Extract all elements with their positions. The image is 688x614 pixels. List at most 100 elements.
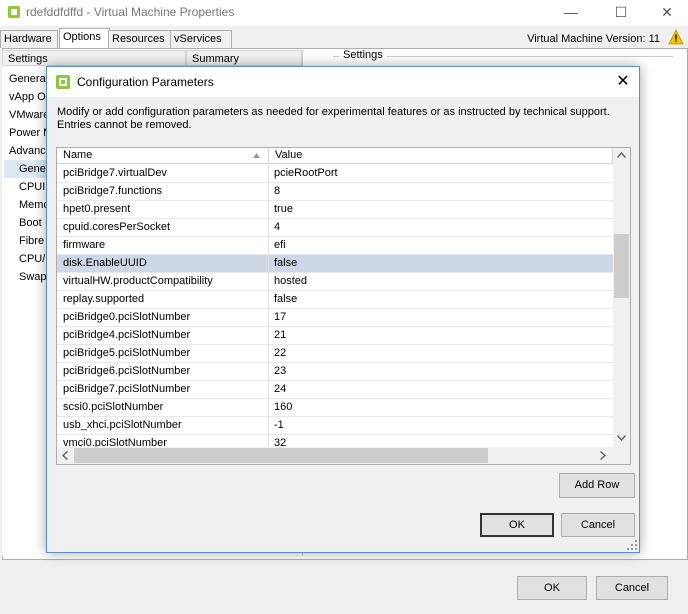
parameter-value[interactable]: true bbox=[274, 203, 604, 215]
table-row[interactable]: replay.supported false bbox=[57, 291, 613, 309]
parameter-value[interactable]: 22 bbox=[274, 347, 604, 359]
parameter-name: pciBridge6.pciSlotNumber bbox=[63, 365, 191, 377]
tab-options[interactable]: Options bbox=[59, 28, 110, 48]
scroll-down-icon[interactable] bbox=[617, 435, 626, 441]
parameter-name: firmware bbox=[63, 239, 106, 251]
tab-hardware[interactable]: Hardware bbox=[0, 30, 58, 48]
parameter-value[interactable]: 4 bbox=[274, 221, 604, 233]
parameter-name: virtualHW.productCompatibility bbox=[63, 275, 213, 287]
parameters-grid: Name Value pciBridge7.virtualDev pcieRoot… bbox=[56, 147, 631, 465]
column-divider bbox=[268, 201, 269, 218]
table-row[interactable]: scsi0.pciSlotNumber 160 bbox=[57, 399, 613, 417]
table-row[interactable]: pciBridge4.pciSlotNumber 21 bbox=[57, 327, 613, 345]
column-divider bbox=[268, 363, 269, 380]
table-row[interactable]: pciBridge7.functions 8 bbox=[57, 183, 613, 201]
settings-item[interactable]: Memo bbox=[19, 196, 49, 214]
parameter-name: cpuid.coresPerSocket bbox=[63, 221, 170, 233]
scroll-left-icon[interactable] bbox=[62, 451, 68, 460]
parameter-value[interactable]: false bbox=[274, 257, 604, 269]
column-divider bbox=[268, 255, 269, 272]
cancel-button[interactable]: Cancel bbox=[596, 576, 668, 600]
maximize-button[interactable]: ☐ bbox=[604, 2, 638, 22]
table-row[interactable]: virtualHW.productCompatibility hosted bbox=[57, 273, 613, 291]
parameter-value[interactable]: efi bbox=[274, 239, 604, 251]
dialog-ok-button[interactable]: OK bbox=[480, 513, 554, 537]
parameter-value[interactable]: pcieRootPort bbox=[274, 167, 604, 179]
parameter-value[interactable]: 8 bbox=[274, 185, 604, 197]
ok-button[interactable]: OK bbox=[517, 576, 587, 600]
settings-item[interactable]: Advanc bbox=[9, 142, 49, 160]
column-divider bbox=[268, 291, 269, 308]
column-divider bbox=[268, 183, 269, 200]
tab-vservices[interactable]: vServices bbox=[170, 30, 232, 48]
tab-resources[interactable]: Resources bbox=[108, 30, 172, 48]
add-row-button[interactable]: Add Row bbox=[559, 473, 635, 498]
sort-ascending-icon bbox=[253, 153, 260, 158]
column-divider bbox=[268, 309, 269, 326]
settings-item[interactable]: vApp O bbox=[9, 88, 49, 106]
warning-icon[interactable] bbox=[668, 29, 684, 45]
table-row[interactable]: pciBridge0.pciSlotNumber 17 bbox=[57, 309, 613, 327]
dialog-title: Configuration Parameters bbox=[77, 75, 214, 89]
dialog-cancel-button[interactable]: Cancel bbox=[561, 513, 635, 537]
settings-item[interactable]: Fibre bbox=[19, 232, 49, 250]
value-column-header[interactable]: Value bbox=[269, 148, 613, 164]
summary-column-header[interactable]: Summary bbox=[186, 50, 302, 66]
settings-column-header[interactable]: Settings bbox=[2, 50, 186, 66]
parameter-value[interactable]: -1 bbox=[274, 419, 604, 431]
table-row[interactable]: pciBridge6.pciSlotNumber 23 bbox=[57, 363, 613, 381]
parameter-value[interactable]: 21 bbox=[274, 329, 604, 341]
column-divider bbox=[268, 237, 269, 254]
vm-version-label: Virtual Machine Version: 11 bbox=[527, 33, 660, 45]
settings-item[interactable]: VMware bbox=[9, 106, 49, 124]
settings-item[interactable]: Swap bbox=[19, 268, 49, 286]
parameter-value[interactable]: 17 bbox=[274, 311, 604, 323]
parameter-value[interactable]: 23 bbox=[274, 365, 604, 377]
parameter-name: pciBridge7.functions bbox=[63, 185, 163, 197]
vertical-scroll-thumb[interactable] bbox=[614, 234, 629, 298]
parameter-name: disk.EnableUUID bbox=[63, 257, 147, 269]
resize-grip-icon[interactable] bbox=[627, 540, 637, 550]
parameter-name: replay.supported bbox=[63, 293, 145, 305]
settings-item[interactable]: Genera bbox=[9, 70, 49, 88]
scroll-right-icon[interactable] bbox=[600, 451, 606, 460]
vsphere-dialog-icon bbox=[56, 75, 70, 89]
parameter-name: scsi0.pciSlotNumber bbox=[63, 401, 164, 413]
column-divider bbox=[268, 219, 269, 236]
name-column-header[interactable]: Name bbox=[57, 148, 269, 164]
table-row[interactable]: firmware efi bbox=[57, 237, 613, 255]
parameter-name: usb_xhci.pciSlotNumber bbox=[63, 419, 182, 431]
table-row[interactable]: pciBridge5.pciSlotNumber 22 bbox=[57, 345, 613, 363]
settings-item[interactable]: CPU/ bbox=[19, 250, 49, 268]
column-divider bbox=[268, 417, 269, 434]
horizontal-scroll-thumb[interactable] bbox=[74, 448, 488, 463]
column-divider bbox=[268, 381, 269, 398]
dialog-close-button[interactable]: ✕ bbox=[613, 72, 633, 92]
table-row[interactable]: disk.EnableUUID false bbox=[57, 255, 613, 273]
table-row[interactable]: hpet0.present true bbox=[57, 201, 613, 219]
settings-group-label: Settings bbox=[339, 49, 387, 61]
table-row[interactable]: cpuid.coresPerSocket 4 bbox=[57, 219, 613, 237]
horizontal-scrollbar[interactable] bbox=[57, 447, 613, 464]
table-row[interactable]: usb_xhci.pciSlotNumber -1 bbox=[57, 417, 613, 435]
minimize-button[interactable]: — bbox=[554, 2, 588, 22]
column-divider bbox=[268, 345, 269, 362]
parameter-value[interactable]: 160 bbox=[274, 401, 604, 413]
settings-item[interactable]: Boot bbox=[19, 214, 49, 232]
column-divider bbox=[268, 327, 269, 344]
table-row[interactable]: pciBridge7.virtualDev pcieRootPort bbox=[57, 165, 613, 183]
parameter-value[interactable]: false bbox=[274, 293, 604, 305]
parameter-value[interactable]: 24 bbox=[274, 383, 604, 395]
parameter-name: pciBridge5.pciSlotNumber bbox=[63, 347, 191, 359]
parameter-value[interactable]: hosted bbox=[274, 275, 604, 287]
parameter-name: pciBridge7.pciSlotNumber bbox=[63, 383, 191, 395]
parameter-name: hpet0.present bbox=[63, 203, 131, 215]
settings-item[interactable]: CPUI bbox=[19, 178, 49, 196]
table-row[interactable]: pciBridge7.pciSlotNumber 24 bbox=[57, 381, 613, 399]
settings-item[interactable]: Power M bbox=[9, 124, 49, 142]
parameter-name: pciBridge7.virtualDev bbox=[63, 167, 167, 179]
scrollbar-corner bbox=[613, 447, 630, 464]
vertical-scrollbar[interactable] bbox=[613, 148, 630, 447]
scroll-up-icon[interactable] bbox=[617, 152, 626, 158]
window-close-button[interactable]: ✕ bbox=[650, 2, 684, 22]
